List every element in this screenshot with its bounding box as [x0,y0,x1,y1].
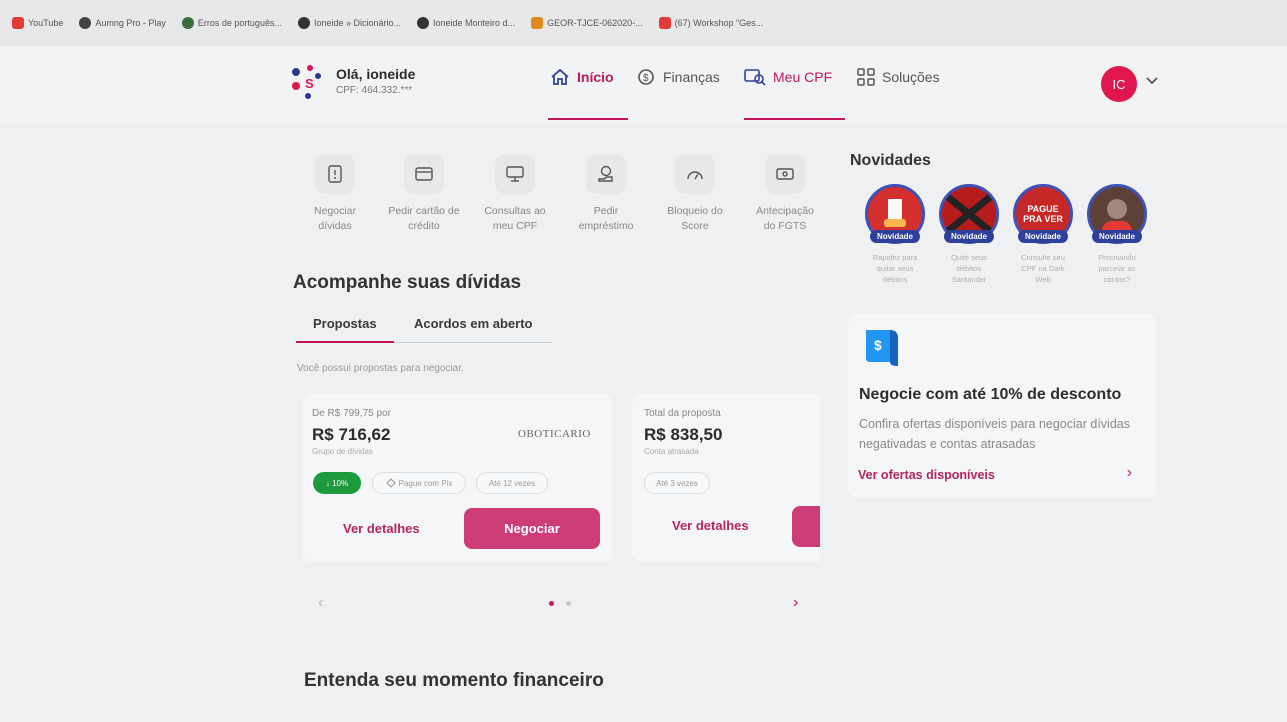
svg-text:$: $ [874,337,882,353]
avatar[interactable]: IC [1101,66,1137,102]
debts-title: Acompanhe suas dívidas [293,272,522,293]
tab-acordos[interactable]: Acordos em aberto [414,316,532,331]
news-title: Novidades [850,152,931,169]
document-icon [531,17,544,29]
installments-badge: Até 3 vezes [644,472,710,494]
creditor-logo: OBOTICARIO [518,428,591,440]
proposal-value: R$ 716,62 [312,425,391,444]
bookmark-dicionario[interactable]: Ioneide » Dicionário... [297,17,401,29]
quick-action-bloqueio-score[interactable]: Bloqueio do Score [650,154,740,234]
proposal-card: Total da proposta R$ 838,50 Conta atrasa… [632,394,820,562]
quick-action-cartao[interactable]: Pedir cartão de crédito [379,154,469,234]
discount-badge: ↓ 10% [313,472,361,494]
money-icon: $ [638,69,654,85]
quick-action-fgts[interactable]: Antecipação do FGTS [740,154,830,234]
installments-badge: Até 12 vezes [476,472,548,494]
gauge-icon [687,171,703,180]
proposal-value: R$ 838,50 [644,425,723,444]
proposals-info: Você possui propostas para negociar. [297,363,464,374]
story-thumbnail-text: PAGUE PRA VER [1023,204,1063,224]
discount-promo-card: $ Negocie com até 10% de desconto Confir… [848,314,1156,498]
globe-icon [297,17,310,29]
svg-text:S: S [305,76,314,91]
tab-active-underline [296,341,394,343]
news-badge: Novidade [869,230,921,243]
card-icon [415,167,433,181]
cash-icon [776,168,794,180]
monitor-icon [506,166,524,182]
bookmark-youtube[interactable]: YouTube [12,17,63,29]
financial-moment-title: Entenda seu momento financeiro [304,670,604,691]
news-badge: Novidade [1017,230,1069,243]
carousel-dot[interactable] [566,601,571,606]
negotiate-button[interactable]: Negociar [464,508,600,549]
carousel-dot-active[interactable] [549,601,554,606]
bookmark-workshop[interactable]: (67) Workshop "Ges... [658,17,763,29]
news-badge: Novidade [943,230,995,243]
bookmark-aumng[interactable]: Aumng Pro - Play [79,17,166,29]
user-greeting: Olá, ioneide CPF: 464.332.*** [336,66,415,96]
original-value: De R$ 799,75 por [312,408,391,419]
cpf-search-icon [744,69,766,86]
quick-action-consultas[interactable]: Consultas ao meu CPF [470,154,560,234]
promo-title: Negocie com até 10% de desconto [859,386,1122,403]
carousel-prev-button[interactable]: ‹ [318,594,323,612]
user-cpf: CPF: 464.332.*** [336,85,413,96]
debt-type: Conta atrasada [644,447,699,456]
bookmarks-bar: YouTube Aumng Pro - Play Erros de portug… [0,0,1287,46]
youtube-icon [658,17,671,29]
carousel-next-button[interactable]: › [793,594,798,612]
news-story[interactable]: Novidade Quite seus débitos Santander [935,184,1003,285]
chevron-down-icon[interactable] [1145,76,1159,86]
pix-badge: Pague com Pix [372,472,466,494]
bookmark-ioneide[interactable]: Ioneide Monteiro d... [417,17,515,29]
news-story[interactable]: PAGUE PRA VER Novidade Consulte seu CPF n… [1009,184,1077,285]
nav-financas[interactable]: $ Finanças [636,68,720,86]
bookmark-erros[interactable]: Erros de português... [181,17,282,29]
chevron-right-icon[interactable]: › [1127,464,1132,482]
serasa-logo-icon: S [292,65,321,99]
money-document-icon: $ [866,330,898,366]
news-badge: Novidade [1091,230,1143,243]
youtube-icon [12,17,24,29]
money-hand-icon [598,165,613,182]
nav-inicio[interactable]: Início [550,68,614,86]
bookmark-geor[interactable]: GEOR-TJCE-062020-... [531,17,643,29]
nav-meu-cpf[interactable]: Meu CPF [744,68,832,86]
details-button[interactable]: Ver detalhes [343,521,420,536]
tab-propostas[interactable]: Propostas [313,316,377,331]
document-alert-icon [328,165,342,183]
news-story[interactable]: Novidade Rapidez para quitar seus débitos [861,184,929,285]
user-name: Olá, ioneide [336,66,416,82]
quick-action-emprestimo[interactable]: Pedir empréstimo [561,154,651,234]
grid-icon [857,68,875,86]
nav-hover-underline [744,118,845,120]
site-icon [79,17,92,29]
proposal-card: De R$ 799,75 por R$ 716,62 Grupo de dívi… [302,394,612,562]
view-offers-link[interactable]: Ver ofertas disponíveis [858,468,995,482]
nav-solucoes[interactable]: Soluções [857,68,940,86]
nav-active-underline [548,118,628,120]
debt-type: Grupo de dívidas [312,447,373,456]
globe-icon [417,17,430,29]
total-label: Total da proposta [644,408,721,419]
svg-text:$: $ [643,73,649,84]
news-story[interactable]: Novidade Precisando parcelar as contas? [1083,184,1151,285]
quick-action-negociar[interactable]: Negociar dívidas [290,154,380,234]
home-icon [551,68,569,85]
site-icon [181,17,194,29]
promo-description: Confira ofertas disponíveis para negocia… [859,417,1130,451]
details-button[interactable]: Ver detalhes [672,518,749,533]
negotiate-button[interactable] [792,506,820,547]
pix-icon [385,478,396,488]
site-header: S Olá, ioneide CPF: 464.332.*** Início $… [0,46,1287,122]
